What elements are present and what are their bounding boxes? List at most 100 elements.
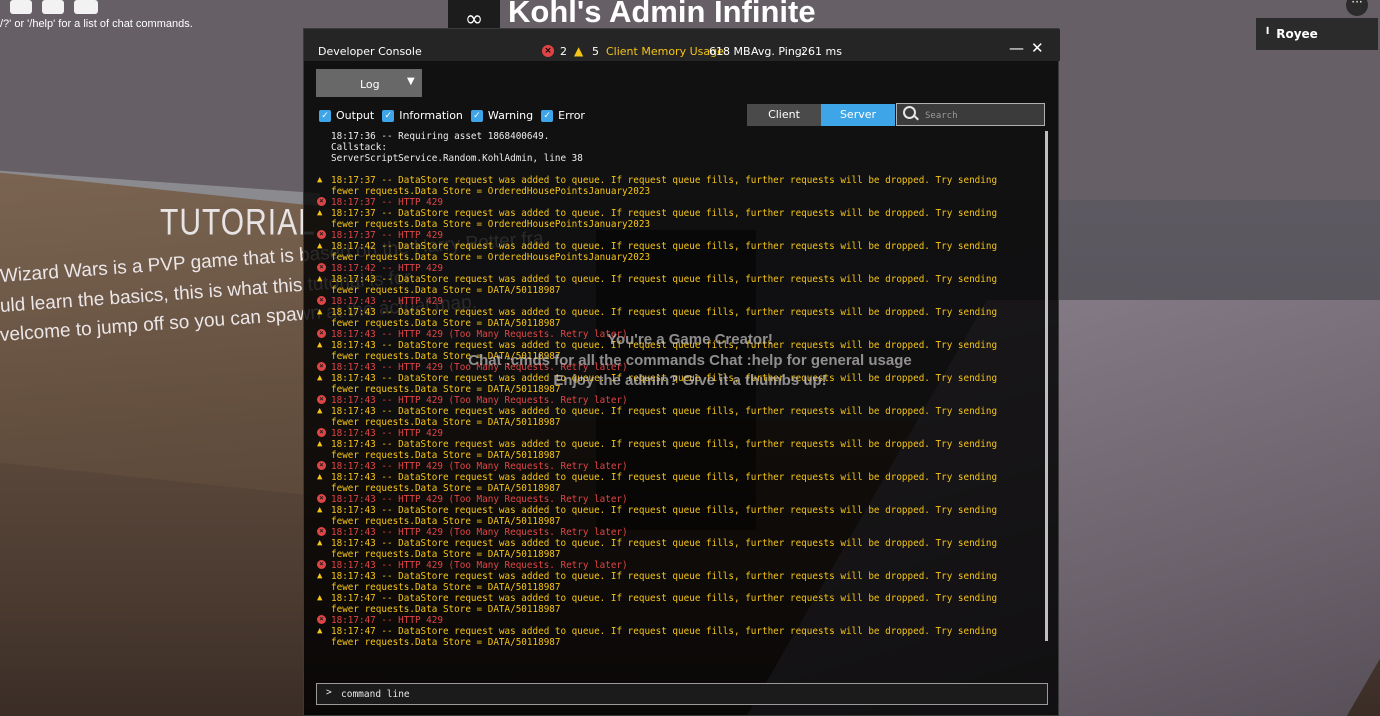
log-entry-warning: ▲ 18:17:43 -- DataStore request was added… [314,571,1038,593]
search-box[interactable] [896,103,1045,126]
log-entry-error: × 18:17:43 -- HTTP 429 (Too Many Requests… [314,395,1038,406]
log-entry-error: × 18:17:37 -- HTTP 429 [314,197,1038,208]
warning-icon: ▲ [317,208,323,218]
log-entry-warning: ▲ 18:17:43 -- DataStore request was added… [314,472,1038,494]
console-title: Developer Console [318,45,422,58]
log-text: 18:17:47 -- HTTP 429 [331,615,443,626]
log-text: 18:17:43 -- HTTP 429 (Too Many Requests.… [331,560,628,571]
warning-icon: ▲ [317,505,323,515]
log-entry-warning: ▲ 18:17:37 -- DataStore request was added… [314,208,1038,230]
filter-error[interactable]: ✓ Error [541,109,585,122]
filter-label: Warning [487,109,534,122]
log-output[interactable]: 18:17:36 -- Requiring asset 1868400649. … [314,131,1038,679]
log-entry-warning: ▲ 18:17:47 -- DataStore request was added… [314,593,1038,615]
warning-count-icon: ▲ [574,44,584,58]
search-icon [903,106,916,119]
filter-warning[interactable]: ✓ Warning [470,109,534,122]
error-icon: × [317,362,326,371]
error-count: 2 [560,45,567,58]
log-entry-warning: ▲ 18:17:43 -- DataStore request was added… [314,406,1038,428]
ping-label: Avg. Ping: [751,45,806,58]
error-icon: × [317,527,326,536]
log-text: 18:17:43 -- HTTP 429 (Too Many Requests.… [331,527,628,538]
chat-icon[interactable] [10,0,32,14]
error-icon: × [317,615,326,624]
log-text: 18:17:43 -- DataStore request was added … [331,274,998,296]
log-entry-error: × 18:17:43 -- HTTP 429 (Too Many Requests… [314,494,1038,505]
log-entry-error: × 18:17:43 -- HTTP 429 [314,428,1038,439]
log-text: 18:17:37 -- HTTP 429 [331,230,443,241]
checkbox-checked-icon[interactable]: ✓ [541,109,554,122]
log-text: 18:17:42 -- DataStore request was added … [331,241,998,263]
console-titlebar[interactable]: Developer Console × 2 ▲ 5 Client Memory … [304,29,1060,61]
warning-icon: ▲ [317,439,323,449]
log-text: 18:17:43 -- DataStore request was added … [331,538,998,560]
tab-client[interactable]: Client [747,104,821,126]
warning-icon: ▲ [317,274,323,284]
log-filters: ✓ Output ✓ Information ✓ Warning ✓ Error [319,109,587,122]
tab-server[interactable]: Server [821,104,895,126]
log-text: 18:17:43 -- HTTP 429 [331,428,443,439]
chat-hint: /?' or '/help' for a list of chat comman… [0,18,193,30]
view-select[interactable]: Log ▼ [316,69,422,97]
warning-icon: ▲ [317,373,323,383]
log-text: 18:17:37 -- DataStore request was added … [331,208,998,230]
warning-icon: ▲ [317,241,323,251]
warning-count: 5 [592,45,599,58]
log-text: 18:17:43 -- DataStore request was added … [331,472,998,494]
close-icon[interactable]: ✕ [1031,39,1044,57]
log-entry-warning: ▲ 18:17:43 -- DataStore request was added… [314,274,1038,296]
warning-icon: ▲ [317,571,323,581]
search-input[interactable] [923,107,1042,124]
filter-label: Information [399,109,463,122]
player-icon: ╹ [1264,27,1272,41]
admin-message: Chat :cmds for all the commands Chat :he… [468,352,912,369]
admin-message: Enjoy the admin? Give it a thumbs up! [553,372,827,389]
error-icon: × [317,461,326,470]
error-icon: × [317,494,326,503]
admin-message: You're a Game Creator! [607,331,773,348]
dropdown-arrow-icon: ▼ [407,76,415,87]
ping-value: 261 ms [801,45,842,58]
log-entry-warning: ▲ 18:17:43 -- DataStore request was added… [314,439,1038,461]
log-text: 18:17:43 -- HTTP 429 (Too Many Requests.… [331,395,628,406]
log-entry-warning: ▲ 18:17:47 -- DataStore request was added… [314,626,1038,648]
tutorial-title: TUTORIAL [160,201,316,243]
checkbox-checked-icon[interactable]: ✓ [382,109,395,122]
player-list[interactable]: ╹ Royee [1256,18,1378,50]
log-entry-warning: ▲ 18:17:37 -- DataStore request was added… [314,175,1038,197]
log-scrollbar[interactable] [1045,131,1048,641]
filter-label: Output [336,109,375,122]
topbar-icons [10,0,98,14]
log-entry-error: × 18:17:47 -- HTTP 429 [314,615,1038,626]
log-text: 18:17:43 -- HTTP 429 (Too Many Requests.… [331,494,628,505]
error-count-icon: × [542,45,554,57]
filter-label: Error [558,109,585,122]
log-spacer [314,164,1038,175]
camera-icon[interactable] [74,0,98,14]
error-icon: × [317,230,326,239]
warning-icon: ▲ [317,626,323,636]
log-text: 18:17:37 -- DataStore request was added … [331,175,998,197]
memory-value: 618 MB [709,45,751,58]
log-text: 18:17:43 -- HTTP 429 (Too Many Requests.… [331,461,628,472]
log-text: 18:17:37 -- HTTP 429 [331,197,443,208]
filter-information[interactable]: ✓ Information [382,109,463,122]
log-entry-error: × 18:17:43 -- HTTP 429 (Too Many Requests… [314,527,1038,538]
avatar-icon[interactable] [42,0,64,14]
filter-output[interactable]: ✓ Output [319,109,374,122]
log-entry-warning: ▲ 18:17:43 -- DataStore request was added… [314,505,1038,527]
log-entry-error: × 18:17:43 -- HTTP 429 [314,296,1038,307]
checkbox-checked-icon[interactable]: ✓ [470,109,483,122]
command-input[interactable] [339,686,1043,703]
log-entry-output: 18:17:36 -- Requiring asset 1868400649. … [314,131,1038,164]
command-line[interactable]: > [316,683,1048,705]
minimize-icon[interactable]: — [1009,39,1024,57]
view-select-label: Log [360,78,380,91]
warning-icon: ▲ [317,307,323,317]
warning-icon: ▲ [317,340,323,350]
error-icon: × [317,560,326,569]
log-entry-error: × 18:17:43 -- HTTP 429 (Too Many Requests… [314,560,1038,571]
error-icon: × [317,329,326,338]
checkbox-checked-icon[interactable]: ✓ [319,109,331,122]
